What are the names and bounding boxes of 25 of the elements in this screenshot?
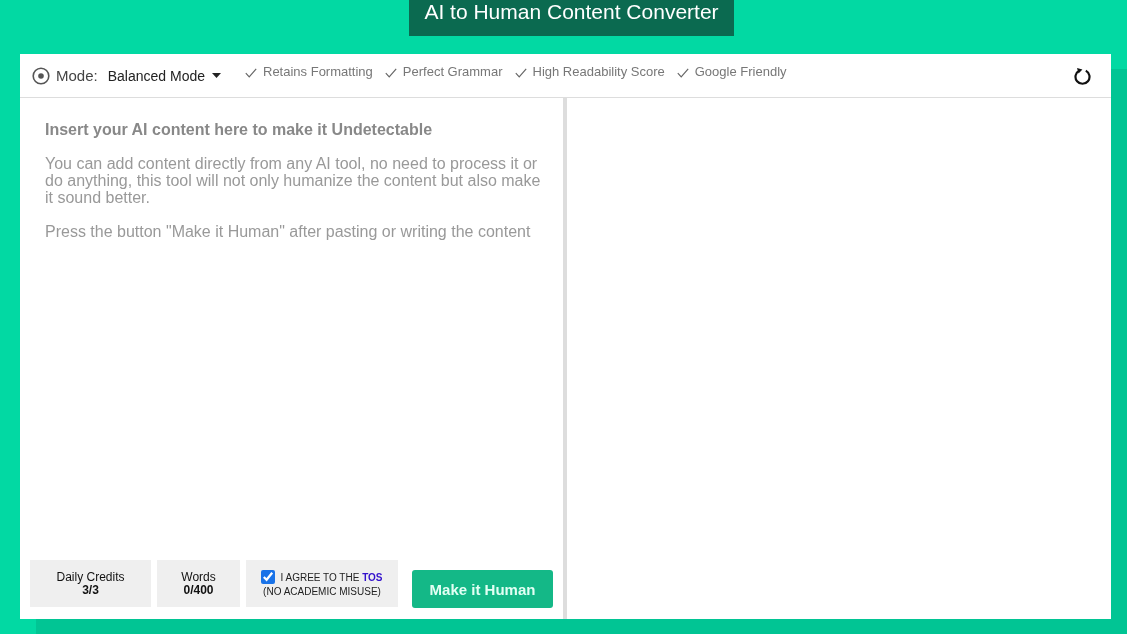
stat-label: Words: [181, 570, 216, 584]
circle-dot-icon: [32, 67, 50, 85]
refresh-icon[interactable]: [1074, 66, 1091, 85]
feature-label: Perfect Grammar: [402, 64, 503, 79]
feature-label: Google Friendly: [694, 64, 787, 79]
agreement-note: (NO ACADEMIC MISUSE): [263, 586, 381, 597]
mode-label: Mode:: [56, 67, 98, 84]
feature-label: High Readability Score: [532, 64, 665, 79]
check-icon: [245, 68, 257, 78]
check-icon: [676, 68, 689, 78]
placeholder-heading: Insert your AI content here to make it Undetectable: [45, 121, 434, 138]
stat-value: 3/3: [82, 583, 99, 597]
mode-dropdown[interactable]: Balanced Mode: [107, 67, 221, 84]
placeholder-text: Press the button "Make it Human" after pasting or writing the content: [45, 223, 532, 240]
placeholder-text: You can add content directly from any AI tool, no need to process it or do anything, this tool will not only humanize the content but also make it sound better.: [45, 155, 542, 206]
agree-checkbox[interactable]: [261, 570, 276, 584]
agreement-text: I AGREE TO THE TOS: [280, 571, 383, 583]
feature-label: Retains Formatting: [263, 64, 373, 79]
stat-label: Daily Credits: [56, 570, 125, 584]
tos-link[interactable]: TOS: [362, 571, 383, 583]
caret-icon: [212, 73, 221, 78]
stat-value: 0/400: [183, 583, 214, 597]
check-icon: [514, 68, 527, 78]
check-icon: [384, 68, 397, 78]
page-title: AI to Human Content Converter: [409, 0, 734, 36]
